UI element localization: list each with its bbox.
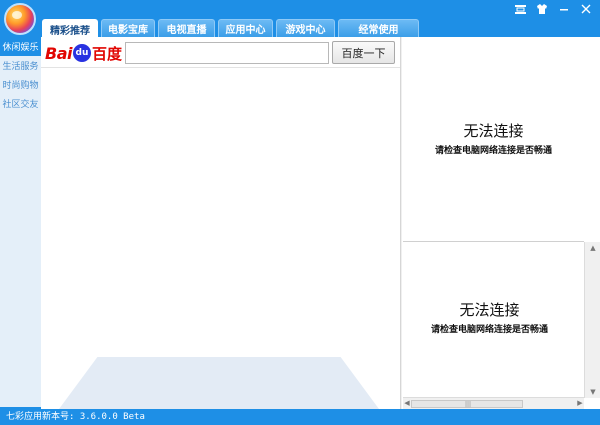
baidu-logo[interactable]: Bai du 百度	[45, 42, 122, 64]
error-message: 请检查电脑网络连接是否畅通	[434, 146, 552, 156]
tab-app-center[interactable]: 应用中心	[218, 19, 273, 37]
horizontal-scrollbar[interactable]: ◀ ||| ▶	[403, 397, 584, 409]
sidebar-item-shopping[interactable]: 时尚购物	[0, 78, 41, 94]
menu-icon[interactable]	[510, 2, 530, 16]
close-icon[interactable]	[576, 2, 596, 16]
tab-featured[interactable]: 精彩推荐	[42, 19, 98, 38]
info-panel-bottom: 无法连接 请检查电脑网络连接是否畅通	[403, 243, 584, 398]
minimize-icon[interactable]	[554, 2, 574, 16]
baidu-logo-cn: 百度	[91, 44, 122, 63]
status-bar: 七彩应用新本号: 3.6.0.0 Beta	[0, 409, 600, 425]
tab-tv-live[interactable]: 电视直播	[158, 19, 215, 37]
scroll-left-icon[interactable]: ◀	[403, 399, 411, 407]
decorative-floor	[59, 357, 379, 409]
baidu-paw-icon: du	[72, 44, 91, 62]
scroll-right-icon[interactable]: ▶	[576, 399, 584, 407]
sidebar-item-life-services[interactable]: 生活服务	[0, 59, 41, 75]
connection-error: 无法连接 请检查电脑网络连接是否畅通	[403, 120, 584, 156]
scroll-down-icon[interactable]: ▼	[589, 388, 597, 396]
tab-frequently-used[interactable]: 经常使用	[338, 19, 419, 37]
title-bar: 精彩推荐 电影宝库 电视直播 应用中心 游戏中心 经常使用	[0, 0, 600, 38]
error-message: 请检查电脑网络连接是否畅通	[430, 325, 548, 335]
app-logo-icon[interactable]	[4, 3, 36, 35]
content-area: Bai du 百度 百度一下 无法连接 请检查电脑网络连接是否畅通 无法连接 请…	[41, 37, 600, 409]
baidu-logo-text: Bai	[45, 43, 72, 63]
scroll-grip-icon: |||	[465, 401, 472, 408]
scroll-up-icon[interactable]: ▲	[589, 244, 597, 252]
connection-error: 无法连接 请检查电脑网络连接是否畅通	[399, 299, 580, 335]
panel-divider[interactable]	[400, 37, 402, 409]
sidebar-item-leisure[interactable]: 休闲娱乐	[0, 40, 41, 56]
sidebar-item-social[interactable]: 社区交友	[0, 97, 41, 113]
error-title: 无法连接	[459, 301, 520, 319]
window-controls	[510, 2, 596, 16]
version-text: 七彩应用新本号: 3.6.0.0 Beta	[6, 412, 145, 422]
main-tabs: 精彩推荐 电影宝库 电视直播 应用中心 游戏中心 经常使用	[42, 19, 422, 38]
info-panel-top: 无法连接 请检查电脑网络连接是否畅通	[403, 37, 584, 242]
error-title: 无法连接	[463, 122, 524, 140]
tab-game-center[interactable]: 游戏中心	[276, 19, 335, 37]
search-input[interactable]	[125, 42, 329, 64]
tab-movies[interactable]: 电影宝库	[101, 19, 155, 37]
sidebar: 休闲娱乐 生活服务 时尚购物 社区交友	[0, 40, 41, 407]
search-button[interactable]: 百度一下	[332, 41, 395, 64]
vertical-scrollbar[interactable]: ▲ ▼	[584, 242, 600, 398]
search-bar: Bai du 百度 百度一下	[41, 37, 400, 68]
skin-icon[interactable]	[532, 2, 552, 16]
